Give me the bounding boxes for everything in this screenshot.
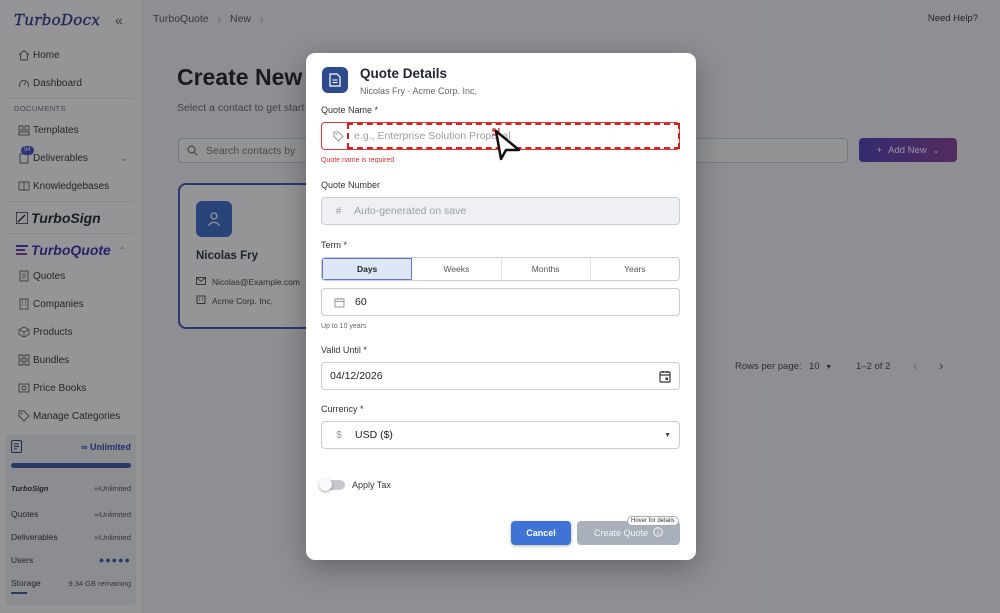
- valid-until-label: Valid Until *: [321, 345, 367, 355]
- dollar-icon: $: [336, 429, 342, 441]
- term-unit-toggle[interactable]: Days Weeks Months Years: [321, 257, 680, 281]
- document-icon: [322, 67, 348, 93]
- apply-tax-toggle[interactable]: [319, 478, 345, 491]
- create-quote-label: Create Quote: [593, 528, 649, 538]
- cancel-button[interactable]: Cancel: [511, 521, 571, 545]
- quote-number-field: #: [321, 197, 680, 225]
- quote-number-input: [354, 205, 679, 217]
- cursor-arrow-icon: [488, 124, 521, 161]
- hash-icon: #: [335, 205, 342, 217]
- term-label: Term *: [321, 240, 348, 250]
- mouse-cursor: [488, 124, 522, 165]
- caret-down-icon: ▼: [664, 431, 671, 439]
- quote-number-label: Quote Number: [321, 180, 381, 190]
- tag-icon: [332, 131, 345, 142]
- term-option-years[interactable]: Years: [591, 258, 679, 280]
- hover-for-details-tooltip: Hover for details: [627, 516, 679, 526]
- term-option-months[interactable]: Months: [502, 258, 591, 280]
- term-value-field[interactable]: 60: [321, 288, 680, 316]
- term-hint: Up to 10 years: [321, 323, 367, 330]
- calendar-picker-icon[interactable]: [659, 370, 671, 386]
- info-icon: [653, 527, 663, 539]
- apply-tax-label: Apply Tax: [352, 480, 391, 490]
- modal-subtitle: Nicolas Fry · Acme Corp. Inc,: [360, 86, 478, 96]
- term-option-weeks[interactable]: Weeks: [412, 258, 502, 280]
- quote-name-label: Quote Name *: [321, 105, 379, 115]
- currency-select[interactable]: $ USD ($) ▼: [321, 421, 680, 449]
- quote-name-error: Quote name is required: [321, 157, 395, 164]
- valid-until-value: 04/12/2026: [330, 370, 383, 382]
- valid-until-field[interactable]: 04/12/2026: [321, 362, 680, 390]
- calendar-icon: [332, 297, 346, 308]
- term-value: 60: [355, 296, 367, 308]
- currency-value: USD ($): [355, 429, 393, 441]
- currency-label: Currency *: [321, 404, 364, 414]
- modal-title: Quote Details: [360, 66, 448, 81]
- term-option-days[interactable]: Days: [322, 258, 413, 280]
